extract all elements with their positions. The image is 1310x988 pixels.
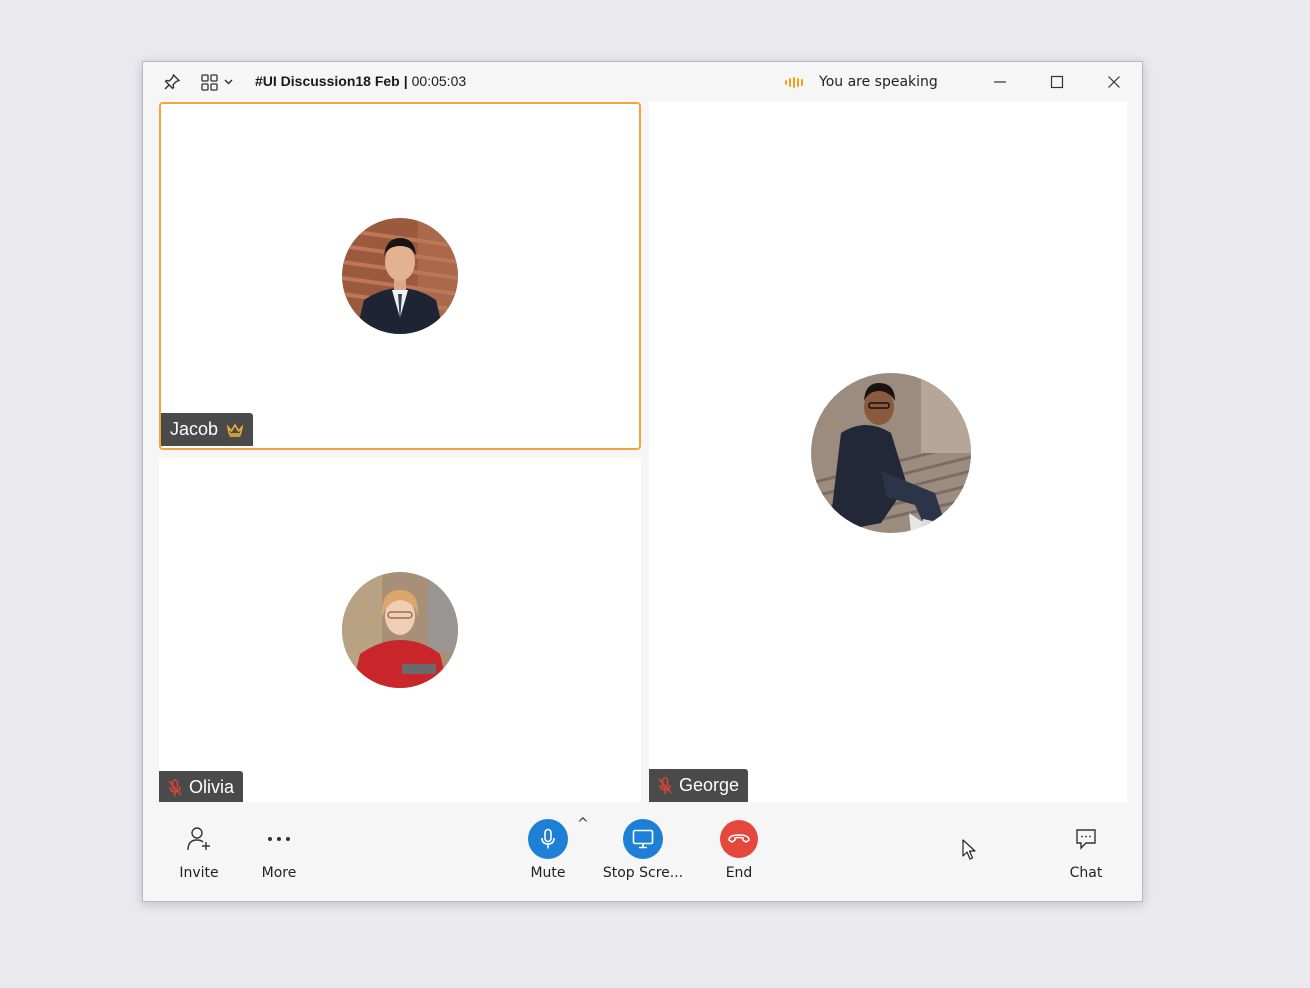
mic-options-chevron-icon[interactable]: ^ xyxy=(577,816,589,832)
invite-label: Invite xyxy=(179,865,219,881)
stop-screen-share-button[interactable]: Stop Scre... xyxy=(602,819,684,881)
speaking-indicator: You are speaking xyxy=(785,74,938,90)
call-toolbar: Invite More Mute ^ Stop Scre... End Chat xyxy=(143,803,1142,901)
invite-icon xyxy=(186,820,212,858)
avatar-jacob xyxy=(342,218,458,334)
screen-share-icon xyxy=(623,819,663,859)
name-tag-george: George xyxy=(649,769,749,802)
meeting-timer: 00:05:03 xyxy=(411,73,467,89)
mute-label: Mute xyxy=(530,865,566,881)
participant-name: George xyxy=(679,775,740,795)
participant-name: Jacob xyxy=(170,419,219,439)
mic-muted-icon xyxy=(658,776,672,795)
title-separator: | xyxy=(403,73,408,89)
close-button[interactable] xyxy=(1094,68,1134,96)
participant-name: Olivia xyxy=(189,777,235,797)
crown-icon xyxy=(226,423,244,437)
avatar-george xyxy=(811,373,971,533)
video-tile-olivia[interactable]: Olivia xyxy=(159,458,641,802)
name-tag-jacob: Jacob xyxy=(161,413,254,446)
mic-icon xyxy=(528,819,568,859)
minimize-icon xyxy=(994,81,1006,83)
speaking-bars-icon xyxy=(785,76,805,88)
share-label: Stop Scre... xyxy=(602,865,684,881)
avatar-olivia xyxy=(342,572,458,688)
invite-button[interactable]: Invite xyxy=(179,820,219,881)
minimize-button[interactable] xyxy=(980,68,1020,96)
name-tag-olivia: Olivia xyxy=(159,771,244,802)
mute-button[interactable]: Mute xyxy=(526,819,570,881)
video-tile-jacob[interactable]: Jacob xyxy=(159,102,641,450)
title-bar: #UI Discussion18 Feb | 00:05:03 You are sp… xyxy=(143,62,1142,102)
maximize-button[interactable] xyxy=(1037,68,1077,96)
more-button[interactable]: More xyxy=(259,820,299,881)
maximize-icon xyxy=(1050,75,1064,89)
more-icon xyxy=(266,820,292,858)
end-call-button[interactable]: End xyxy=(719,820,759,881)
chat-label: Chat xyxy=(1069,865,1103,881)
meeting-name: #UI Discussion18 Feb xyxy=(255,73,400,89)
speaking-status: You are speaking xyxy=(819,74,938,90)
cursor-icon xyxy=(962,839,976,865)
more-label: More xyxy=(261,865,297,881)
chat-button[interactable]: Chat xyxy=(1066,820,1106,881)
end-call-icon xyxy=(720,820,758,858)
end-label: End xyxy=(725,865,753,881)
meeting-window: #UI Discussion18 Feb | 00:05:03 You are sp… xyxy=(142,61,1143,902)
pin-icon[interactable] xyxy=(161,71,183,93)
close-icon xyxy=(1108,76,1120,88)
chat-icon xyxy=(1074,820,1098,858)
meeting-title: #UI Discussion18 Feb | 00:05:03 xyxy=(255,73,466,89)
video-tile-george[interactable]: George xyxy=(649,102,1127,802)
mic-muted-icon xyxy=(168,778,182,797)
layout-grid-icon[interactable] xyxy=(200,71,236,93)
